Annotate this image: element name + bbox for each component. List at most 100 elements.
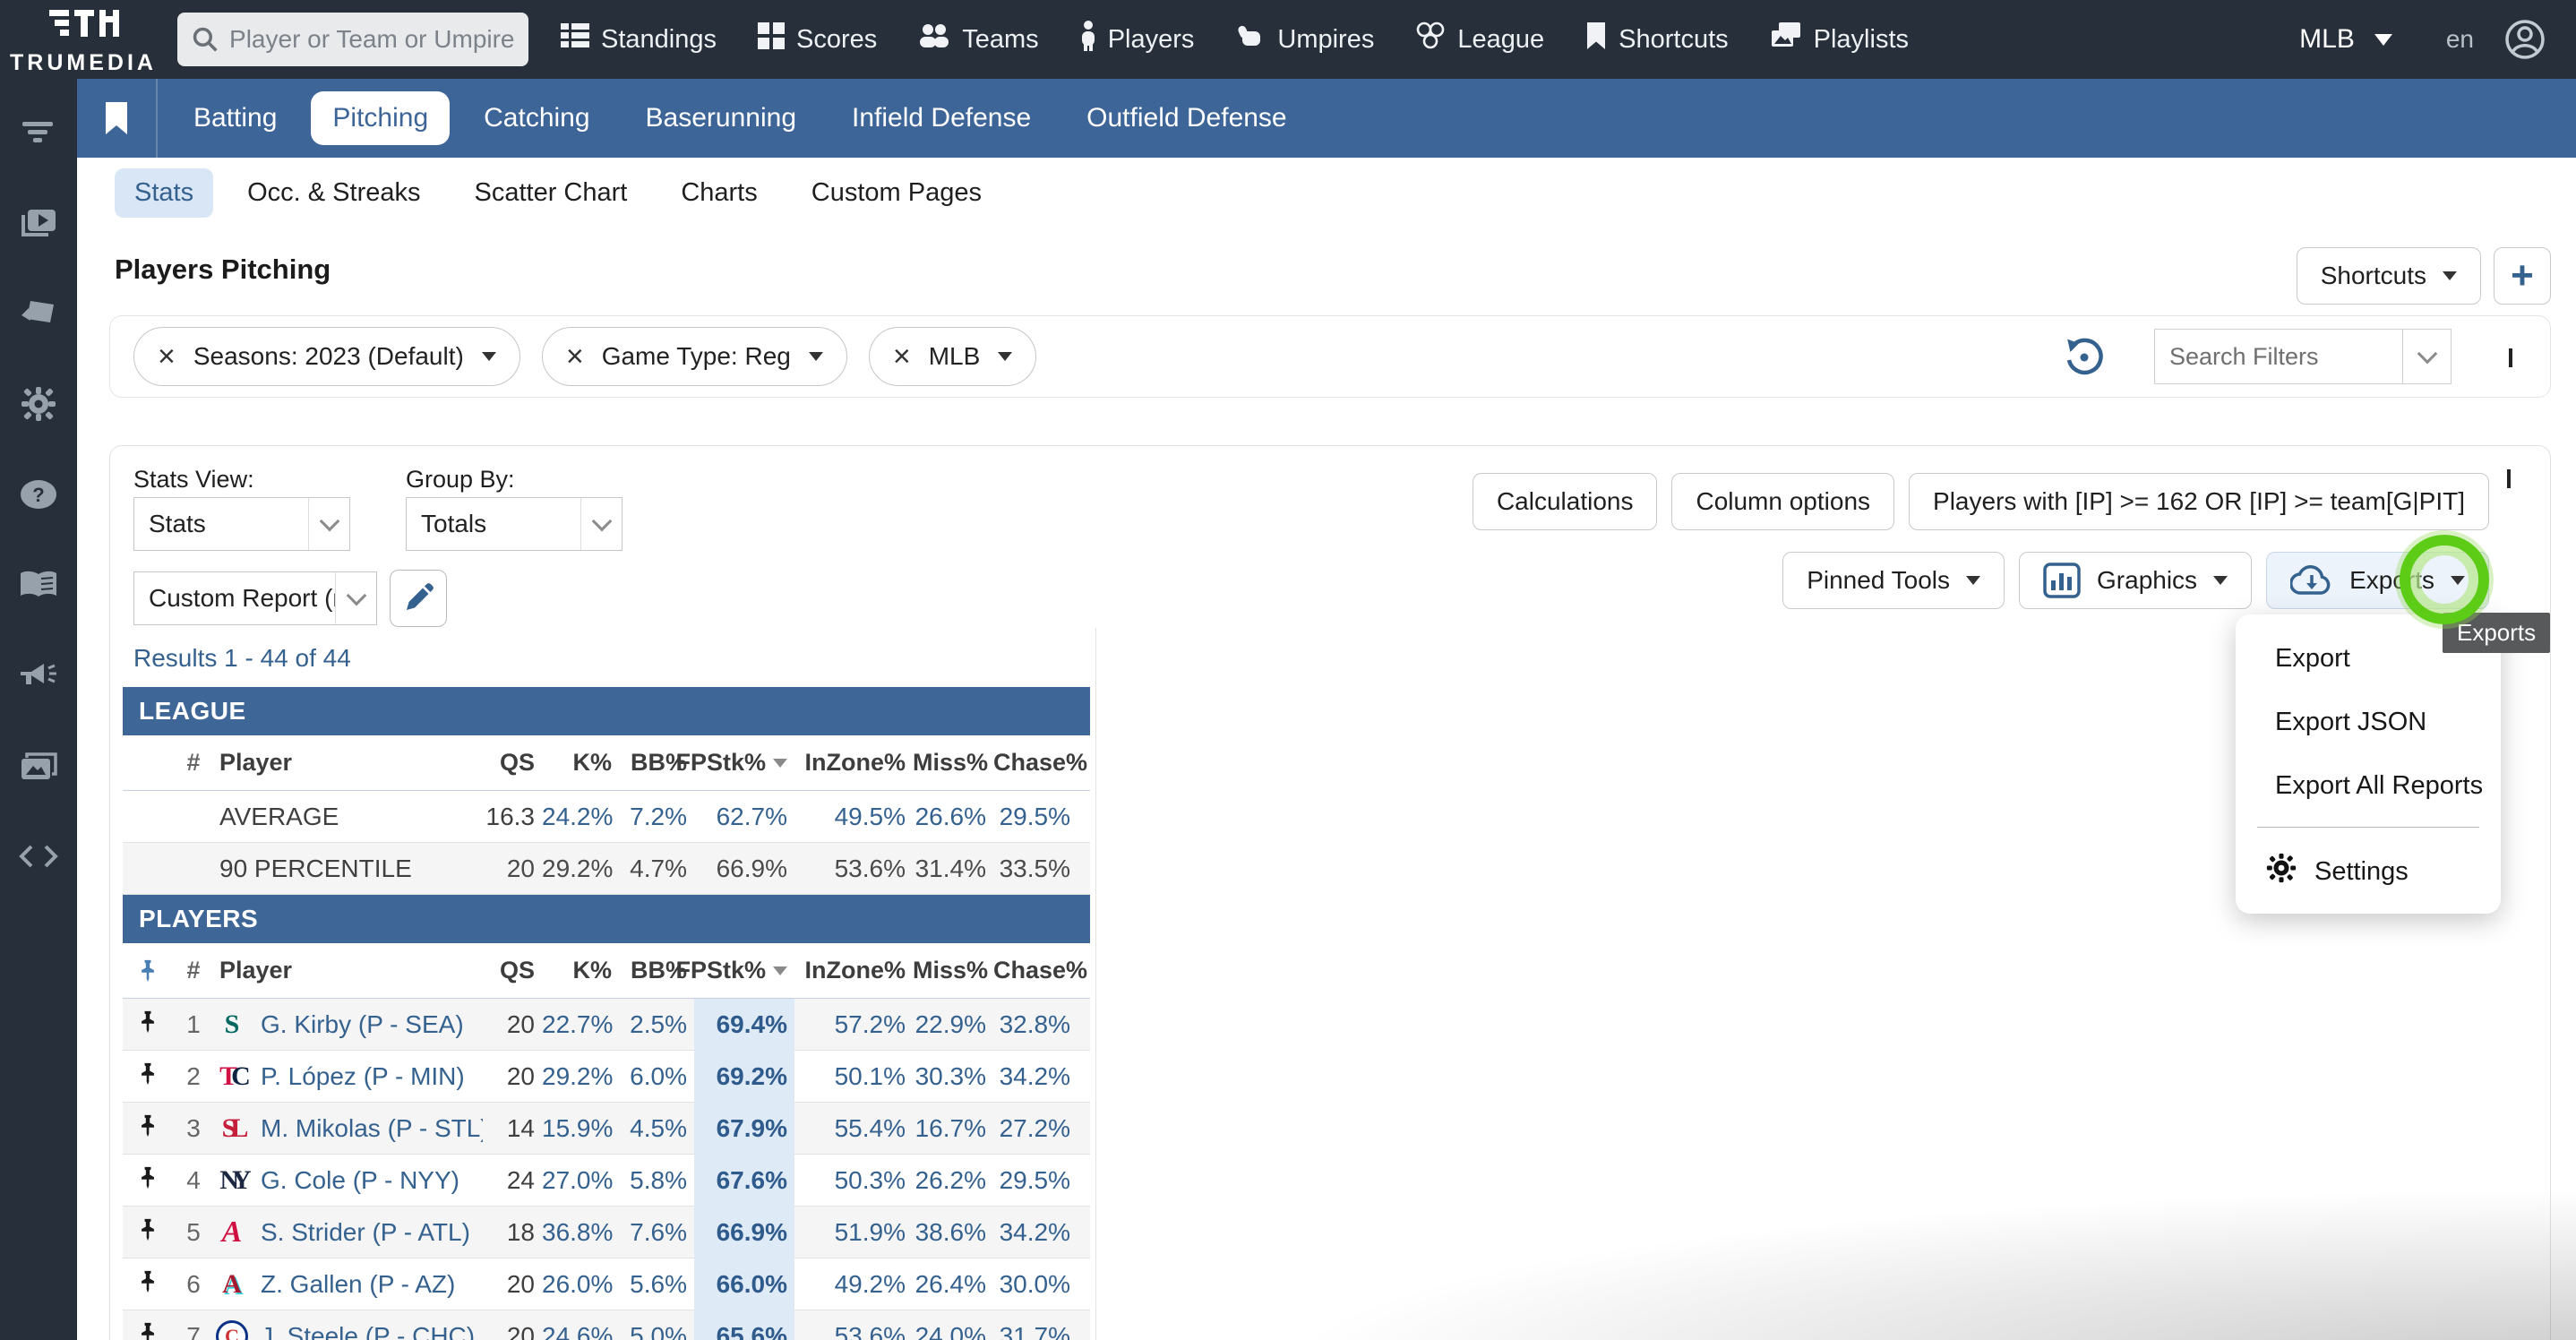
inzone-pct-value[interactable]: 53.6%: [794, 1322, 913, 1340]
collapse-panel-button[interactable]: [2507, 469, 2511, 488]
column-header[interactable]: InZone%: [794, 749, 913, 777]
view-tab-stats[interactable]: Stats: [115, 168, 214, 218]
pin-column-header[interactable]: [123, 959, 173, 983]
chase-pct-value[interactable]: 32.8%: [993, 1010, 1078, 1039]
rank-column-header[interactable]: #: [173, 957, 214, 984]
fpstk-pct-value-sorted[interactable]: 67.9%: [694, 1103, 794, 1155]
sidebar-item-video-library[interactable]: [0, 180, 77, 271]
column-header-sorted[interactable]: FPStk%: [675, 957, 794, 984]
sidebar-item-settings[interactable]: [0, 361, 77, 451]
miss-pct-value[interactable]: 26.6%: [913, 803, 993, 831]
players-filter-button[interactable]: Players with [IP] >= 162 OR [IP] >= team…: [1909, 473, 2489, 530]
column-header[interactable]: K%: [542, 749, 619, 777]
filter-chip[interactable]: × Game Type: Reg: [541, 327, 847, 386]
view-tab-charts[interactable]: Charts: [661, 168, 777, 218]
player-link[interactable]: S. Strider (P - ATL): [261, 1218, 470, 1247]
player-link[interactable]: P. López (P - MIN): [261, 1062, 465, 1091]
chase-pct-value[interactable]: 29.5%: [993, 803, 1078, 831]
bb-pct-value[interactable]: 7.6%: [619, 1218, 694, 1247]
column-header-sorted[interactable]: FPStk%: [675, 749, 794, 777]
pin-row-button[interactable]: [123, 1010, 173, 1040]
inzone-pct-value[interactable]: 51.9%: [794, 1218, 913, 1247]
league-selector[interactable]: MLB: [2299, 24, 2392, 55]
miss-pct-value[interactable]: 24.0%: [913, 1322, 993, 1340]
k-pct-value[interactable]: 24.2%: [542, 803, 619, 831]
k-pct-value[interactable]: 29.2%: [542, 1062, 619, 1091]
player-column-header[interactable]: Player: [214, 957, 483, 984]
topnav-item-umpires[interactable]: Umpires: [1235, 22, 1374, 56]
topnav-item-teams[interactable]: Teams: [918, 22, 1039, 56]
fpstk-pct-value[interactable]: 62.7%: [694, 803, 794, 831]
nav-tab-outfield-defense[interactable]: Outfield Defense: [1065, 91, 1308, 145]
exports-menu-item-settings[interactable]: Settings: [2236, 837, 2501, 896]
pin-row-button[interactable]: [123, 1062, 173, 1092]
topnav-item-playlists[interactable]: Playlists: [1770, 21, 1909, 57]
column-header[interactable]: InZone%: [794, 957, 913, 984]
column-header[interactable]: Miss%: [913, 957, 993, 984]
k-pct-value[interactable]: 22.7%: [542, 1010, 619, 1039]
chase-pct-value[interactable]: 30.0%: [993, 1270, 1078, 1299]
k-pct-value[interactable]: 27.0%: [542, 1166, 619, 1195]
view-tab-occ-streaks[interactable]: Occ. & Streaks: [228, 168, 440, 218]
exports-button[interactable]: Exports: [2266, 552, 2489, 609]
sidebar-item-embed-code[interactable]: [0, 813, 77, 904]
rank-column-header[interactable]: #: [173, 749, 214, 777]
search-filters-input[interactable]: [2155, 330, 2402, 383]
column-header[interactable]: QS: [483, 749, 542, 777]
exports-menu-item-export-json[interactable]: Export JSON: [2236, 691, 2501, 754]
topnav-item-league[interactable]: League: [1415, 21, 1544, 57]
miss-pct-value[interactable]: 22.9%: [913, 1010, 993, 1039]
inzone-pct-value[interactable]: 49.5%: [794, 803, 913, 831]
chase-pct-value[interactable]: 31.7%: [993, 1322, 1078, 1340]
miss-pct-value[interactable]: 26.4%: [913, 1270, 993, 1299]
player-link[interactable]: M. Mikolas (P - STL): [261, 1114, 483, 1143]
bb-pct-value[interactable]: 6.0%: [619, 1062, 694, 1091]
column-header[interactable]: K%: [542, 957, 619, 984]
chase-pct-value[interactable]: 29.5%: [993, 1166, 1078, 1195]
view-tab-custom-pages[interactable]: Custom Pages: [792, 168, 1001, 218]
remove-filter-icon[interactable]: ×: [893, 341, 911, 372]
fpstk-pct-value-sorted[interactable]: 69.4%: [694, 999, 794, 1051]
inzone-pct-value[interactable]: 55.4%: [794, 1114, 913, 1143]
fpstk-pct-value-sorted[interactable]: 66.9%: [694, 1207, 794, 1258]
search-filters[interactable]: [2154, 329, 2451, 384]
pin-row-button[interactable]: [123, 1322, 173, 1340]
results-count-link[interactable]: Results 1 - 44 of 44: [123, 628, 1090, 687]
add-shortcut-button[interactable]: +: [2494, 247, 2551, 305]
inzone-pct-value[interactable]: 50.1%: [794, 1062, 913, 1091]
bb-pct-value[interactable]: 5.6%: [619, 1270, 694, 1299]
sidebar-item-media-gallery[interactable]: [0, 723, 77, 813]
chase-pct-value[interactable]: 34.2%: [993, 1062, 1078, 1091]
bb-pct-value[interactable]: 5.0%: [619, 1322, 694, 1340]
nav-tab-catching[interactable]: Catching: [462, 91, 611, 145]
player-link[interactable]: G. Cole (P - NYY): [261, 1166, 459, 1195]
nav-tab-baserunning[interactable]: Baserunning: [624, 91, 818, 145]
k-pct-value[interactable]: 26.0%: [542, 1270, 619, 1299]
filter-chip[interactable]: × MLB: [868, 327, 1037, 386]
language-toggle[interactable]: en: [2446, 25, 2474, 54]
global-search[interactable]: [177, 13, 528, 66]
inzone-pct-value[interactable]: 50.3%: [794, 1166, 913, 1195]
search-filters-caret[interactable]: [2402, 330, 2451, 383]
k-pct-value[interactable]: 24.6%: [542, 1322, 619, 1340]
sidebar-item-filter[interactable]: [0, 90, 77, 180]
bb-pct-value[interactable]: 4.5%: [619, 1114, 694, 1143]
history-icon[interactable]: [2063, 336, 2104, 377]
pin-row-button[interactable]: [123, 1218, 173, 1248]
miss-pct-value[interactable]: 38.6%: [913, 1218, 993, 1247]
shortcuts-button[interactable]: Shortcuts: [2296, 247, 2481, 305]
k-pct-value[interactable]: 15.9%: [542, 1114, 619, 1143]
remove-filter-icon[interactable]: ×: [566, 341, 584, 372]
miss-pct-value[interactable]: 30.3%: [913, 1062, 993, 1091]
custom-report-select[interactable]: Custom Report (me): [133, 571, 377, 625]
edit-report-button[interactable]: [390, 570, 447, 627]
account-icon[interactable]: [2504, 19, 2546, 60]
sidebar-item-help[interactable]: ?: [0, 451, 77, 542]
sidebar-item-ballpark[interactable]: [0, 271, 77, 361]
nav-tab-pitching[interactable]: Pitching: [311, 91, 451, 145]
sidebar-item-announcements[interactable]: [0, 632, 77, 723]
filter-chip[interactable]: × Seasons: 2023 (Default): [133, 327, 520, 386]
sidebar-item-glossary[interactable]: [0, 542, 77, 632]
group-by-select[interactable]: Totals: [406, 497, 623, 551]
topnav-item-scores[interactable]: Scores: [758, 22, 877, 56]
